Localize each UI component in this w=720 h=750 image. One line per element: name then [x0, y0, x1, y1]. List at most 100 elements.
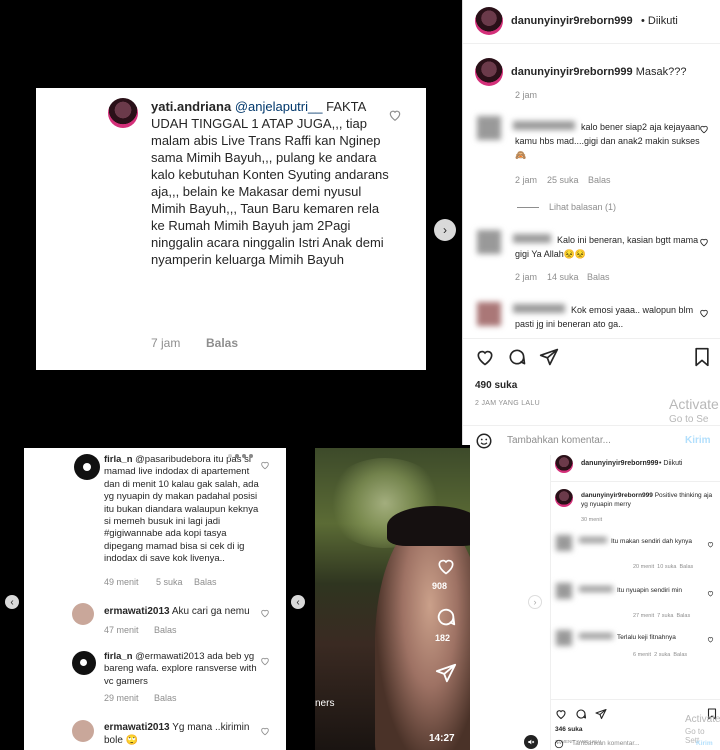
comment-text: Itu nyuapin sendiri min: [617, 587, 683, 594]
heart-icon[interactable]: [707, 541, 714, 548]
avatar[interactable]: [555, 489, 573, 507]
caption-text: Masak???: [635, 66, 687, 78]
heart-icon: [260, 656, 270, 666]
heart-icon[interactable]: [699, 237, 709, 247]
comment-text: kalo bener siap2 aja kejayaan kamu hbs m…: [515, 122, 701, 160]
comment-time: 6 menit: [633, 652, 652, 658]
video-ticker: ners: [315, 698, 335, 709]
comment-time: 47 menit: [104, 625, 139, 635]
comment-icon[interactable]: [575, 708, 587, 720]
send-button[interactable]: Kirim: [685, 435, 711, 446]
avatar[interactable]: [475, 7, 503, 35]
next-arrow-icon[interactable]: ›: [434, 219, 456, 241]
like-icon[interactable]: [475, 347, 495, 367]
reply-link[interactable]: Balas: [206, 336, 238, 350]
heart-icon[interactable]: [388, 108, 402, 122]
reply-link[interactable]: Balas: [587, 272, 610, 282]
comment-time: 7 jam: [151, 336, 181, 350]
emoji-icon[interactable]: [475, 432, 493, 450]
heart-icon[interactable]: [699, 124, 709, 134]
emoji-icon[interactable]: [554, 739, 564, 749]
comment-screenshot: yati.andriana @anjelaputri__ FAKTA UDAH …: [36, 88, 426, 370]
comment-body: ermawati2013 Aku cari ga nemu: [104, 606, 250, 617]
view-replies-link[interactable]: Lihat balasan (1): [549, 202, 616, 212]
heart-icon[interactable]: [707, 636, 714, 643]
comment-text: @pasaribudebora itu pas si mamad live in…: [104, 454, 259, 565]
caption-username[interactable]: danunyinyir9reborn999: [581, 492, 653, 499]
comment-likes[interactable]: 7 suka: [657, 613, 673, 619]
add-comment-input[interactable]: Tambahkan komentar...: [572, 740, 640, 747]
caption-username[interactable]: danunyinyir9reborn999: [511, 66, 633, 78]
avatar: [72, 720, 94, 742]
avatar[interactable]: [477, 116, 501, 140]
avatar[interactable]: [556, 535, 572, 551]
heart-icon[interactable]: [699, 308, 709, 318]
comment-time: 2 jam: [515, 272, 538, 282]
follow-status[interactable]: • Diikuti: [659, 460, 682, 467]
reply-link: Balas: [154, 693, 177, 703]
caption-time: 2 jam: [515, 90, 538, 100]
post-header: danunyinyir9reborn999 • Diikuti: [463, 0, 720, 44]
add-comment-input[interactable]: Tambahkan komentar...: [507, 435, 611, 446]
prev-arrow-icon[interactable]: ›: [528, 595, 542, 609]
face: [375, 518, 470, 750]
avatar[interactable]: [556, 630, 572, 646]
comment-likes[interactable]: 14 suka: [547, 272, 579, 282]
reply-link: Balas: [154, 625, 177, 635]
comment-likes[interactable]: 25 suka: [547, 175, 579, 185]
sidebar-panel: danunyinyir9reborn999 • Diikuti danunyin…: [550, 455, 720, 750]
comment-body: firla_n @pasaribudebora itu pas si mamad…: [104, 454, 264, 566]
avatar: [72, 651, 96, 675]
avatar[interactable]: [555, 455, 573, 473]
follow-label: Diikuti: [663, 460, 683, 467]
activate-windows-watermark: Activate: [669, 396, 719, 412]
comment-username: firla_n: [104, 454, 133, 465]
like-icon[interactable]: [435, 556, 457, 576]
video-frame[interactable]: 908 182 ners 14:27: [315, 448, 470, 750]
share-icon[interactable]: [595, 708, 607, 720]
comment-icon[interactable]: [507, 347, 527, 367]
avatar: [74, 454, 100, 480]
avatar[interactable]: [477, 230, 501, 254]
comment-username: ermawati2013: [104, 722, 170, 733]
comment-text: Kalo ini beneran, kasian bgtt mama gigi …: [515, 235, 699, 259]
comment-body: ermawati2013 Yg mana ..kirimin bole 🙄: [104, 721, 254, 747]
heart-icon[interactable]: [707, 590, 714, 597]
likes-count[interactable]: 490 suka: [475, 380, 517, 391]
avatar: [108, 98, 138, 128]
post-sidebar-bottom: › danunyinyir9reborn999 • Diikuti danuny…: [470, 455, 720, 750]
activate-windows-watermark: Activate: [685, 714, 720, 725]
reply-link[interactable]: Balas: [676, 613, 690, 619]
comment-time: 29 menit: [104, 693, 139, 703]
prev-arrow-icon[interactable]: ‹: [5, 595, 19, 609]
heart-icon: [260, 608, 270, 618]
divider: [463, 425, 720, 426]
divider: [551, 481, 720, 482]
avatar[interactable]: [475, 58, 503, 86]
follow-status[interactable]: • Diikuti: [641, 15, 678, 27]
send-button[interactable]: Kirim: [696, 740, 713, 747]
share-icon[interactable]: [539, 347, 559, 367]
next-arrow-icon[interactable]: ‹: [291, 595, 305, 609]
post-time: 2 JAM YANG LALU: [475, 400, 540, 407]
reply-link[interactable]: Balas: [588, 175, 611, 185]
reply-link[interactable]: Balas: [680, 564, 694, 570]
header-username[interactable]: danunyinyir9reborn999: [511, 15, 633, 27]
like-icon[interactable]: [555, 708, 567, 720]
carousel-dots: [228, 445, 268, 458]
caption: danunyinyir9reborn999 Masak???: [511, 66, 686, 78]
bookmark-icon[interactable]: [693, 347, 711, 367]
header-username[interactable]: danunyinyir9reborn999: [581, 460, 658, 467]
avatar[interactable]: [556, 583, 572, 599]
reply-link[interactable]: Balas: [673, 652, 687, 658]
share-icon[interactable]: [435, 662, 457, 684]
comment-likes[interactable]: 10 suka: [657, 564, 676, 570]
divider: [463, 338, 720, 339]
comment-icon[interactable]: [435, 606, 457, 628]
comment-likes[interactable]: 2 suka: [654, 652, 670, 658]
avatar[interactable]: [477, 302, 501, 326]
likes-count[interactable]: 346 suka: [555, 726, 582, 733]
mute-icon[interactable]: [524, 735, 538, 749]
follow-label: Diikuti: [647, 15, 678, 27]
divider: [551, 699, 720, 700]
